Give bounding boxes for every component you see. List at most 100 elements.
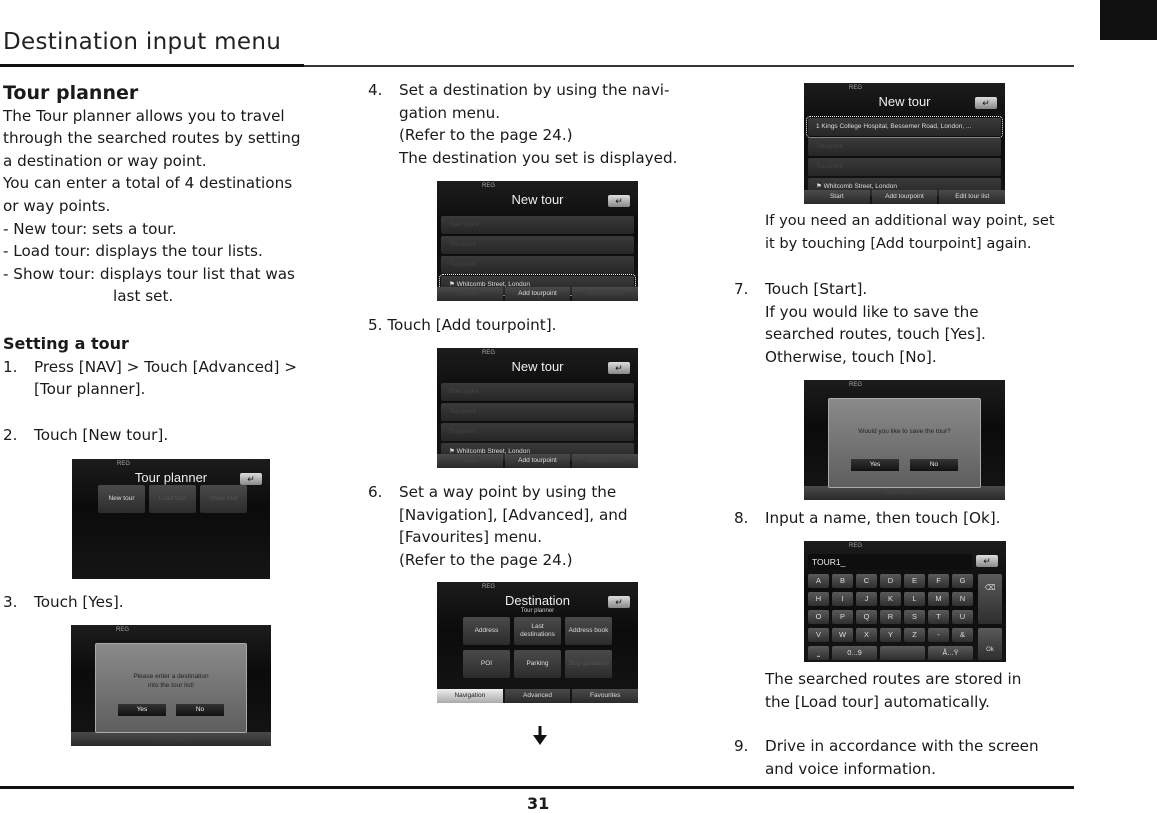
key-&[interactable]: & bbox=[952, 628, 973, 642]
key-H[interactable]: H bbox=[808, 592, 829, 606]
key-U[interactable]: U bbox=[952, 610, 973, 624]
bottom-button[interactable]: Add tourpoint bbox=[504, 287, 571, 301]
menu-button[interactable]: Address bbox=[463, 617, 510, 645]
backspace-icon[interactable]: ⌫ bbox=[978, 574, 1002, 624]
step-text: Touch [Start]. bbox=[765, 280, 868, 298]
bottom-button[interactable]: Edit tour list bbox=[939, 190, 1005, 204]
step-text: [Navigation], [Advanced], and bbox=[399, 505, 628, 524]
menu-button[interactable]: Show tour bbox=[200, 485, 247, 513]
symbols-key[interactable] bbox=[880, 646, 925, 660]
key-B[interactable]: B bbox=[832, 574, 853, 588]
tour-list-row[interactable]: Tourpoint bbox=[441, 236, 634, 254]
page-title: Destination input menu bbox=[3, 29, 282, 55]
screenshot-tour-planner: REG Tour planner ↵ New tour Load tour Show to… bbox=[72, 459, 270, 579]
key-P[interactable]: P bbox=[832, 610, 853, 624]
bottom-button[interactable]: Edit tour list bbox=[572, 287, 638, 301]
key-N[interactable]: N bbox=[952, 592, 973, 606]
menu-button[interactable]: Address book bbox=[565, 617, 612, 645]
key-L[interactable]: L bbox=[904, 592, 925, 606]
step-4: 4. Set a destination by using the navi- g… bbox=[368, 79, 708, 169]
space-bar-icon[interactable]: ⎵ bbox=[808, 646, 829, 660]
key-S[interactable]: S bbox=[904, 610, 925, 624]
key-E[interactable]: E bbox=[904, 574, 925, 588]
back-arrow-icon[interactable]: ↵ bbox=[608, 362, 630, 374]
tab-bar: Navigation Advanced Favourites bbox=[437, 689, 638, 703]
key-D[interactable]: D bbox=[880, 574, 901, 588]
key-Z[interactable]: Z bbox=[904, 628, 925, 642]
reg-label: REG bbox=[116, 627, 130, 633]
special-chars-key[interactable]: Å...Ÿ bbox=[928, 646, 973, 660]
step-text: [Favourites] menu. bbox=[399, 528, 543, 547]
key-I[interactable]: I bbox=[832, 592, 853, 606]
key-J[interactable]: J bbox=[856, 592, 877, 606]
tour-list-row[interactable]: 1 Kings College Hospital, Bessemer Road,… bbox=[806, 116, 1003, 138]
back-arrow-icon[interactable]: ↵ bbox=[240, 473, 262, 485]
key--[interactable]: - bbox=[928, 628, 949, 642]
menu-button[interactable]: Last destinations bbox=[514, 617, 561, 645]
key-R[interactable]: R bbox=[880, 610, 901, 624]
intro-line: through the searched routes by setting bbox=[3, 129, 301, 148]
back-arrow-icon[interactable]: ↵ bbox=[976, 555, 998, 567]
menu-button[interactable]: New tour bbox=[98, 485, 145, 513]
key-X[interactable]: X bbox=[856, 628, 877, 642]
tour-list-row[interactable]: Tourpoint bbox=[808, 158, 1001, 176]
dialog-message: Would you like to save the tour? bbox=[829, 427, 980, 436]
key-M[interactable]: M bbox=[928, 592, 949, 606]
intro-line: or way points. bbox=[3, 196, 111, 215]
bottom-button[interactable]: Add tourpoint bbox=[871, 190, 938, 204]
note-text: it by touching [Add tourpoint] again. bbox=[765, 234, 1032, 252]
step-text: Press [NAV] > Touch [Advanced] > bbox=[34, 357, 298, 376]
bottom-button[interactable]: Start bbox=[437, 287, 503, 301]
no-button[interactable]: No bbox=[910, 459, 958, 471]
step-number: 9. bbox=[734, 737, 749, 755]
bullet-continuation: last set. bbox=[113, 287, 174, 306]
key-Q[interactable]: Q bbox=[856, 610, 877, 624]
key-O[interactable]: O bbox=[808, 610, 829, 624]
dialog-message-line: into the tour list! bbox=[148, 682, 194, 689]
step-number: 2. bbox=[3, 426, 18, 444]
bottom-button[interactable]: Start bbox=[804, 190, 870, 204]
tab-advanced[interactable]: Advanced bbox=[504, 689, 571, 703]
tour-list-row[interactable]: Tourpoint bbox=[808, 138, 1001, 156]
tour-list-row[interactable]: Start point bbox=[441, 216, 634, 234]
bottom-button[interactable]: Start bbox=[437, 454, 503, 468]
step-text: Touch [New tour]. bbox=[34, 426, 169, 444]
numbers-key[interactable]: 0...9 bbox=[832, 646, 877, 660]
bottom-button-bar: Start Add tourpoint Edit tour list bbox=[437, 287, 638, 301]
tab-favourites[interactable]: Favourites bbox=[572, 689, 638, 703]
key-C[interactable]: C bbox=[856, 574, 877, 588]
yes-button[interactable]: Yes bbox=[118, 704, 166, 716]
step-text: If you would like to save the bbox=[765, 302, 979, 321]
key-V[interactable]: V bbox=[808, 628, 829, 642]
bottom-button[interactable]: Add tourpoint bbox=[504, 454, 571, 468]
key-F[interactable]: F bbox=[928, 574, 949, 588]
tab-navigation[interactable]: Navigation bbox=[437, 689, 503, 703]
menu-button[interactable]: Stop guidance bbox=[565, 650, 612, 678]
key-K[interactable]: K bbox=[880, 592, 901, 606]
menu-button[interactable]: POI bbox=[463, 650, 510, 678]
intro-line: You can enter a total of 4 destinations bbox=[3, 174, 293, 193]
yes-button[interactable]: Yes bbox=[851, 459, 899, 471]
ok-key[interactable]: Ok bbox=[978, 628, 1002, 660]
key-G[interactable]: G bbox=[952, 574, 973, 588]
menu-button[interactable]: Parking bbox=[514, 650, 561, 678]
menu-button[interactable]: Load tour bbox=[149, 485, 196, 513]
name-input[interactable]: TOUR1_ bbox=[808, 554, 972, 570]
bottom-button[interactable]: Edit tour list bbox=[572, 454, 638, 468]
key-W[interactable]: W bbox=[832, 628, 853, 642]
reg-label: REG bbox=[117, 461, 131, 467]
tour-list-row[interactable]: Tourpoint bbox=[441, 423, 634, 441]
key-T[interactable]: T bbox=[928, 610, 949, 624]
back-arrow-icon[interactable]: ↵ bbox=[975, 97, 997, 109]
back-arrow-icon[interactable]: ↵ bbox=[608, 195, 630, 207]
tour-list-row[interactable]: Tourpoint bbox=[441, 403, 634, 421]
back-arrow-icon[interactable]: ↵ bbox=[608, 596, 630, 608]
step-9: 9. Drive in accordance with the screen an… bbox=[734, 735, 1074, 780]
key-A[interactable]: A bbox=[808, 574, 829, 588]
bullet-item: - Load tour: displays the tour lists. bbox=[3, 242, 263, 261]
no-button[interactable]: No bbox=[176, 704, 224, 716]
tour-list-row[interactable]: Start point bbox=[441, 383, 634, 401]
key-Y[interactable]: Y bbox=[880, 628, 901, 642]
screenshot-save-tour-dialog: REG Edit Tour List Would you like to save … bbox=[804, 380, 1005, 500]
tour-list-row[interactable]: Tourpoint bbox=[441, 256, 634, 274]
